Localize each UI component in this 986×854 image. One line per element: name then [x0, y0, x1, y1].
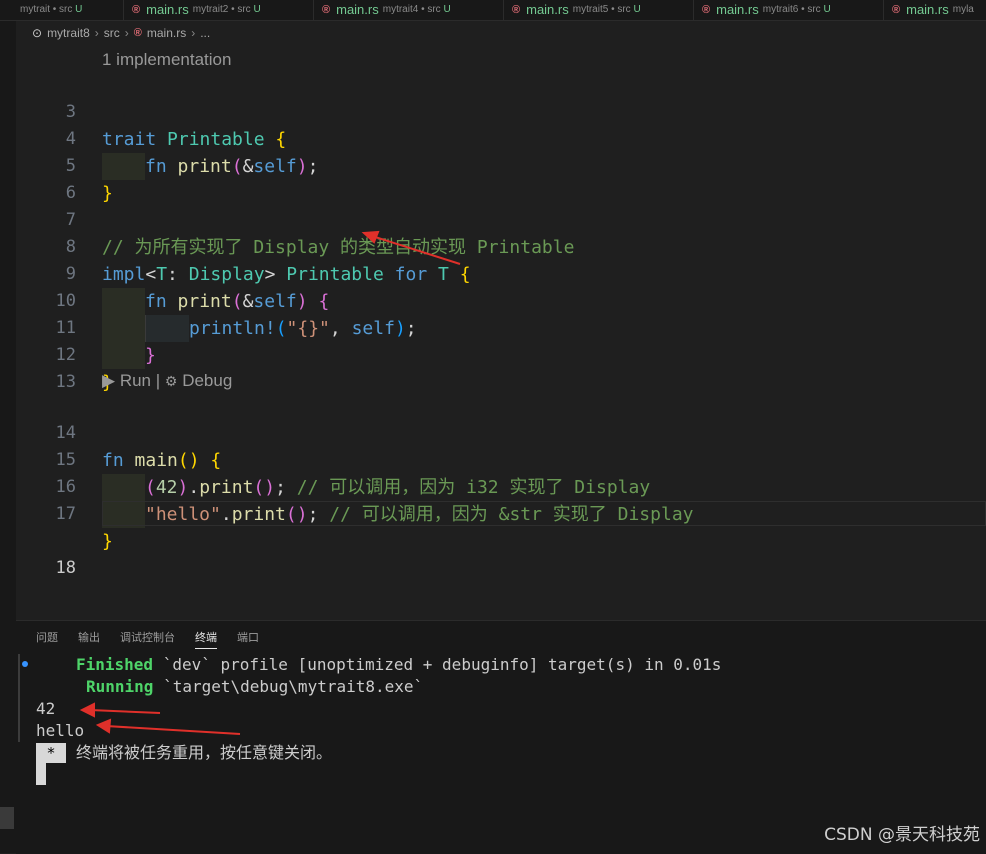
rust-file-icon: ® [892, 4, 901, 16]
code-line: 8 impl<T: Display> Printable for T { [16, 207, 986, 285]
tab-overflow-main[interactable]: ® main.rs myla [884, 0, 986, 20]
tab-desc: mytrait2 • src U [192, 4, 261, 15]
tab-mytrait6-main[interactable]: ® main.rs mytrait6 • src U [694, 0, 884, 20]
current-line-highlight [102, 501, 986, 526]
left-sidebar-strip [0, 21, 16, 853]
breadcrumb-folder[interactable]: src [104, 26, 120, 40]
rust-file-icon: ® [322, 4, 331, 16]
codelens-run-debug: ▶ Run | ⚙ Debug [102, 371, 232, 391]
codelens-run[interactable]: Run [120, 371, 151, 390]
tab-problems[interactable]: 问题 [36, 629, 58, 649]
editor-tab-bar: mytrait • src U ® main.rs mytrait2 • src… [0, 0, 986, 21]
code-line-current[interactable]: 18 [16, 501, 986, 578]
codelens-implementations[interactable]: 1 implementation [102, 50, 231, 70]
sidebar-marker [0, 807, 14, 829]
terminal-reuse-message: 终端将被任务重用，按任意键关闭。 [76, 743, 333, 762]
chevron-right-icon: › [94, 26, 99, 40]
code-line: 6 [16, 153, 986, 203]
command-decoration-icon[interactable] [22, 661, 28, 667]
code-line: 3 trait Printable { [16, 72, 986, 150]
run-icon[interactable]: ▶ [102, 371, 115, 390]
gear-icon: ⚙ [164, 373, 178, 389]
line-number: 18 [55, 558, 76, 578]
tab-desc: mytrait • src U [20, 4, 83, 15]
code-line: 10 println!("{}", self); [16, 261, 986, 342]
code-editor[interactable]: 1 implementation 3 trait Printable { 4 f… [16, 45, 986, 620]
code-line: 13 [16, 342, 986, 392]
tab-desc: mytrait5 • src U [572, 4, 641, 15]
code-line: 15 (42).print(); // 可以调用，因为 i32 实现了 Disp… [16, 420, 986, 501]
terminal-command-bar [18, 654, 20, 742]
breadcrumb-more[interactable]: ... [200, 26, 210, 40]
tab-mytrait5-main[interactable]: ® main.rs mytrait5 • src U [504, 0, 694, 20]
crate-icon: ⊙ [32, 26, 43, 40]
tab-desc: mytrait6 • src U [762, 4, 831, 15]
tab-filename: main.rs [336, 2, 379, 17]
code-line: 5 } [16, 126, 986, 204]
tab-filename: main.rs [906, 2, 949, 17]
tab-output[interactable]: 输出 [78, 629, 100, 649]
rust-file-icon: ® [133, 27, 142, 39]
code-line: 14 fn main() { [16, 393, 986, 471]
code-line: 12 } [16, 315, 986, 393]
terminal-output: hello [36, 721, 85, 740]
tab-ports[interactable]: 端口 [237, 629, 259, 649]
code-line: 7 // 为所有实现了 Display 的类型自动实现 Printable [16, 180, 986, 258]
watermark: CSDN @景天科技苑 [824, 825, 980, 845]
terminal-output: 42 [36, 699, 56, 718]
chevron-right-icon: › [124, 26, 129, 40]
terminal-reuse-star: * [36, 743, 66, 763]
tab-mytrait4-main[interactable]: ® main.rs mytrait4 • src U [314, 0, 504, 20]
line-number: 13 [55, 372, 76, 392]
panel-tabs: 问题 输出 调试控制台 终端 端口 [36, 629, 259, 649]
codelens-debug[interactable]: Debug [182, 371, 232, 390]
codelens-separator: | [155, 371, 161, 390]
bottom-panel: 问题 输出 调试控制台 终端 端口 Finished `dev` profile… [16, 620, 986, 854]
chevron-right-icon: › [191, 26, 196, 40]
breadcrumb-file[interactable]: main.rs [147, 26, 186, 40]
tab-debug-console[interactable]: 调试控制台 [120, 629, 175, 649]
tab-desc: mytrait4 • src U [382, 4, 451, 15]
tab-filename: main.rs [526, 2, 569, 17]
tab-filename: main.rs [146, 2, 189, 17]
rust-file-icon: ® [702, 4, 711, 16]
terminal-line-finished: Finished `dev` profile [unoptimized + de… [76, 655, 722, 674]
tab-filename: main.rs [716, 2, 759, 17]
code-line: 16 "hello".print(); // 可以调用，因为 &str 实现了 … [16, 447, 986, 528]
tab-mytrait2-main[interactable]: ® main.rs mytrait2 • src U [124, 0, 314, 20]
code-line: 11 } [16, 288, 986, 369]
tab-terminal[interactable]: 终端 [195, 629, 217, 649]
rust-file-icon: ® [512, 4, 521, 16]
tab-mytrait[interactable]: mytrait • src U [0, 0, 124, 20]
terminal-line-running: Running `target\debug\mytrait8.exe` [86, 677, 424, 696]
code-line: 17 } [16, 474, 986, 552]
code-line: 9 fn print(&self) { [16, 234, 986, 315]
breadcrumb-project[interactable]: mytrait8 [47, 26, 90, 40]
tab-desc: myla [952, 4, 974, 15]
rust-file-icon: ® [132, 4, 141, 16]
breadcrumb: ⊙ mytrait8 › src › ® main.rs › ... [16, 21, 986, 45]
code-line: 4 fn print(&self); [16, 99, 986, 180]
